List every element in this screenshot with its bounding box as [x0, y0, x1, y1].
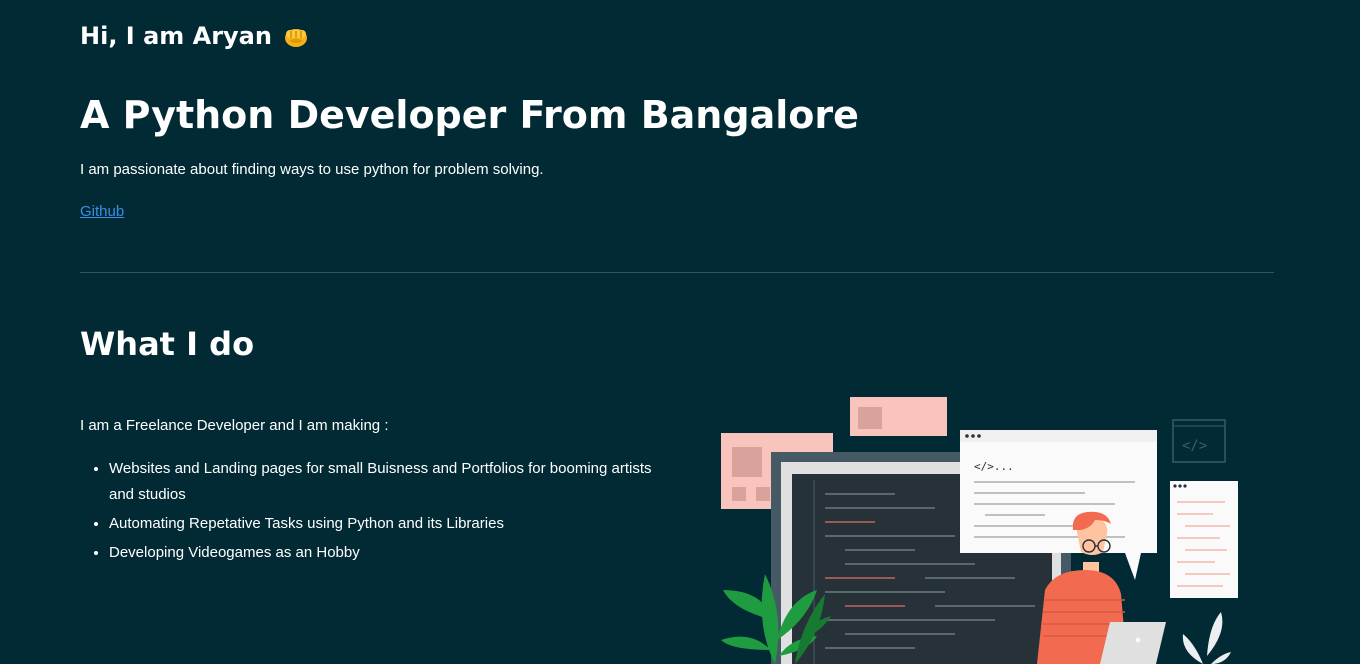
list-item: Developing Videogames as an Hobby: [109, 540, 660, 566]
list-item: Websites and Landing pages for small Bui…: [109, 456, 660, 508]
greeting-text: Hi, I am Aryan: [80, 22, 272, 50]
code-window-icon: </>: [1172, 419, 1226, 463]
fist-icon: [282, 22, 310, 50]
code-tag-text: </>...: [974, 460, 1014, 473]
portfolio-page: Hi, I am Aryan A Python Developer From B…: [0, 0, 1360, 664]
list-item: Automating Repetative Tasks using Python…: [109, 511, 660, 537]
section-divider: [80, 272, 1274, 273]
tagline: I am passionate about finding ways to us…: [80, 161, 544, 178]
github-link[interactable]: Github: [80, 202, 124, 222]
services-list: Websites and Landing pages for small Bui…: [80, 456, 660, 569]
developer-illustration-svg: </>... </>: [721, 397, 1238, 664]
greeting-heading: Hi, I am Aryan: [80, 18, 310, 54]
page-headline: A Python Developer From Bangalore: [80, 93, 859, 137]
what-i-do-title: What I do: [80, 325, 255, 363]
what-i-do-intro: I am a Freelance Developer and I am maki…: [80, 417, 389, 434]
svg-text:</>: </>: [1182, 438, 1207, 454]
developer-illustration: </>... </>: [715, 390, 1255, 664]
